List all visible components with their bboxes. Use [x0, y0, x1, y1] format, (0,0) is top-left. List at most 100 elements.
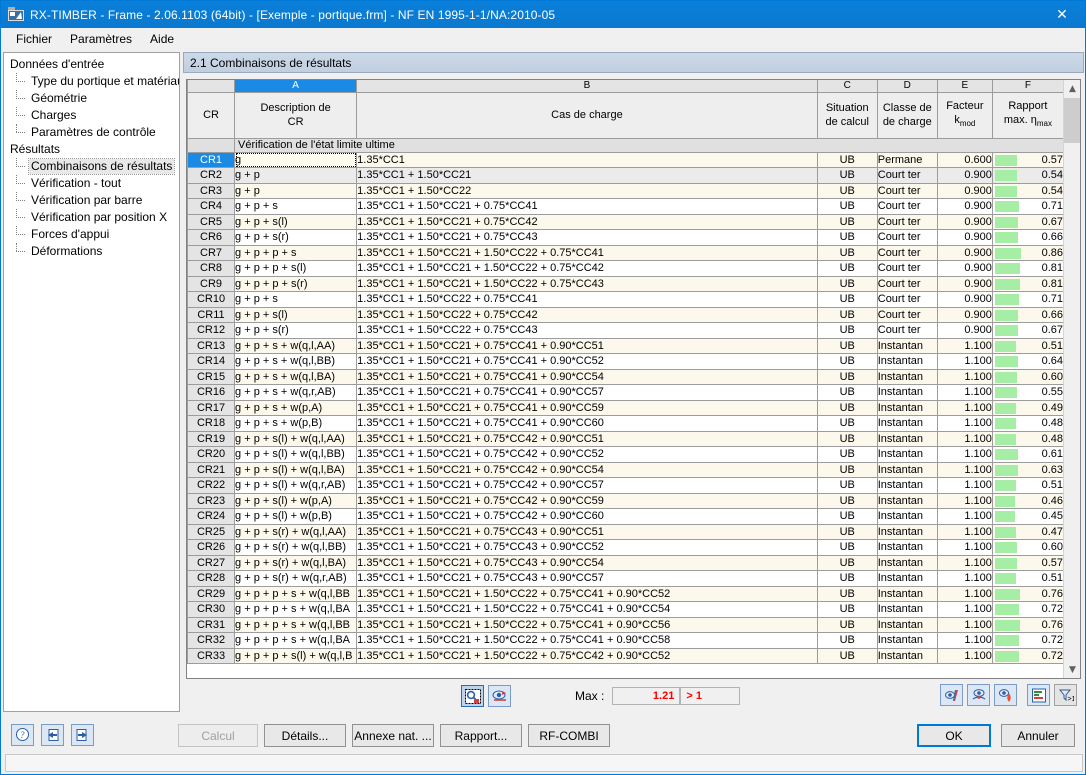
help-icon[interactable]: ?: [11, 724, 34, 746]
cell-cas-de-charge[interactable]: 1.35*CC1 + 1.50*CC21 + 0.75*CC42 + 0.90*…: [356, 477, 818, 494]
row-header-cr[interactable]: CR14: [187, 353, 236, 370]
row-header-cr[interactable]: CR7: [187, 244, 236, 261]
table-row[interactable]: CR29 g + p + p + s + w(q,l,BB 1.35*CC1 + 1…: [187, 585, 1063, 602]
row-header-cr[interactable]: CR13: [187, 337, 236, 354]
row-header-cr[interactable]: CR6: [187, 229, 236, 246]
sidebar-item-type-portique[interactable]: Type du portique et matériau: [15, 73, 179, 90]
cell-description-cr[interactable]: g + p + p + s(l) + w(q,l,B: [234, 647, 358, 664]
cell-facteur-kmod[interactable]: 1.100: [936, 539, 993, 556]
cell-cas-de-charge[interactable]: 1.35*CC1 + 1.50*CC21 + 0.75*CC43 + 0.90*…: [356, 523, 818, 540]
cell-description-cr[interactable]: g + p + s(r) + w(q,l,BA): [234, 554, 358, 571]
cell-facteur-kmod[interactable]: 1.100: [936, 461, 993, 478]
cell-facteur-kmod[interactable]: 0.900: [936, 213, 993, 230]
row-header-cr[interactable]: CR2: [187, 167, 236, 184]
column-letter-f[interactable]: F: [991, 80, 1063, 93]
cell-description-cr[interactable]: g + p: [234, 182, 358, 199]
cell-classe-charge[interactable]: Instantan: [876, 585, 938, 602]
cell-situation-calcul[interactable]: UB: [816, 198, 878, 215]
cell-classe-charge[interactable]: Court ter: [876, 306, 938, 323]
row-header-cr[interactable]: CR4: [187, 198, 236, 215]
row-header-cr[interactable]: CR17: [187, 399, 236, 416]
cell-classe-charge[interactable]: Instantan: [876, 337, 938, 354]
navigation-tree[interactable]: Données d'entrée Type du portique et mat…: [3, 52, 180, 712]
cell-situation-calcul[interactable]: UB: [816, 337, 878, 354]
cell-cas-de-charge[interactable]: 1.35*CC1 + 1.50*CC22 + 0.75*CC43: [356, 322, 818, 339]
cell-rapport-max[interactable]: 0.48: [991, 415, 1063, 432]
cell-situation-calcul[interactable]: UB: [816, 554, 878, 571]
cell-facteur-kmod[interactable]: 0.900: [936, 229, 993, 246]
cell-cas-de-charge[interactable]: 1.35*CC1 + 1.50*CC21 + 0.75*CC43 + 0.90*…: [356, 554, 818, 571]
cell-description-cr[interactable]: g + p + p + s(r): [234, 275, 358, 292]
sidebar-item-verification-position-x[interactable]: Vérification par position X: [15, 209, 179, 226]
cell-situation-calcul[interactable]: UB: [816, 570, 878, 587]
cell-classe-charge[interactable]: Court ter: [876, 322, 938, 339]
cell-situation-calcul[interactable]: UB: [816, 229, 878, 246]
table-row[interactable]: CR19 g + p + s(l) + w(q,l,AA) 1.35*CC1 + 1…: [187, 430, 1063, 447]
cell-classe-charge[interactable]: Court ter: [876, 167, 938, 184]
cell-facteur-kmod[interactable]: 1.100: [936, 585, 993, 602]
cell-situation-calcul[interactable]: UB: [816, 415, 878, 432]
cell-cas-de-charge[interactable]: 1.35*CC1 + 1.50*CC21 + 1.50*CC22 + 0.75*…: [356, 585, 818, 602]
cell-rapport-max[interactable]: 0.72: [991, 632, 1063, 649]
grid-corner-cell[interactable]: [187, 80, 236, 93]
cell-cas-de-charge[interactable]: 1.35*CC1 + 1.50*CC21 + 0.75*CC43 + 0.90*…: [356, 570, 818, 587]
sidebar-item-charges[interactable]: Charges: [15, 107, 179, 124]
cell-description-cr[interactable]: g + p: [234, 167, 358, 184]
cancel-button[interactable]: Annuler: [1001, 724, 1075, 747]
tree-group-resultats[interactable]: Résultats: [7, 141, 179, 158]
cell-rapport-max[interactable]: 0.51: [991, 570, 1063, 587]
cell-description-cr[interactable]: g: [234, 151, 358, 168]
cell-facteur-kmod[interactable]: 1.100: [936, 337, 993, 354]
cell-description-cr[interactable]: g + p + s(r): [234, 229, 358, 246]
cell-facteur-kmod[interactable]: 0.900: [936, 322, 993, 339]
cell-situation-calcul[interactable]: UB: [816, 461, 878, 478]
cell-description-cr[interactable]: g + p + s(l) + w(q,l,BA): [234, 461, 358, 478]
view-graphic-icon[interactable]: [488, 685, 511, 707]
row-header-cr[interactable]: CR15: [187, 368, 236, 385]
cell-situation-calcul[interactable]: UB: [816, 508, 878, 525]
cell-description-cr[interactable]: g + p + s(l): [234, 306, 358, 323]
cell-cas-de-charge[interactable]: 1.35*CC1 + 1.50*CC21 + 1.50*CC22 + 0.75*…: [356, 647, 818, 664]
cell-cas-de-charge[interactable]: 1.35*CC1 + 1.50*CC21 + 1.50*CC22 + 0.75*…: [356, 260, 818, 277]
cell-cas-de-charge[interactable]: 1.35*CC1 + 1.50*CC21 + 0.75*CC43 + 0.90*…: [356, 539, 818, 556]
cell-rapport-max[interactable]: 0.54: [991, 167, 1063, 184]
cell-description-cr[interactable]: g + p + s(l) + w(q,l,BB): [234, 446, 358, 463]
row-header-cr[interactable]: CR32: [187, 632, 236, 649]
cell-rapport-max[interactable]: 0.81: [991, 275, 1063, 292]
row-header-cr[interactable]: CR26: [187, 539, 236, 556]
cell-facteur-kmod[interactable]: 0.900: [936, 244, 993, 261]
cell-rapport-max[interactable]: 0.57: [991, 554, 1063, 571]
cell-facteur-kmod[interactable]: 0.900: [936, 182, 993, 199]
cell-classe-charge[interactable]: Instantan: [876, 399, 938, 416]
row-header-cr[interactable]: CR28: [187, 570, 236, 587]
cell-facteur-kmod[interactable]: 0.900: [936, 291, 993, 308]
cell-rapport-max[interactable]: 0.64: [991, 353, 1063, 370]
cell-facteur-kmod[interactable]: 1.100: [936, 554, 993, 571]
cell-situation-calcul[interactable]: UB: [816, 492, 878, 509]
menu-fichier[interactable]: Fichier: [7, 30, 61, 48]
cell-facteur-kmod[interactable]: 1.100: [936, 523, 993, 540]
annexe-nat-button[interactable]: Annexe nat. ...: [352, 724, 434, 747]
cell-situation-calcul[interactable]: UB: [816, 244, 878, 261]
cell-situation-calcul[interactable]: UB: [816, 477, 878, 494]
cell-rapport-max[interactable]: 0.81: [991, 260, 1063, 277]
column-letter-c[interactable]: C: [816, 80, 878, 93]
cell-facteur-kmod[interactable]: 1.100: [936, 647, 993, 664]
rf-combi-button[interactable]: RF-COMBI: [528, 724, 610, 747]
cell-rapport-max[interactable]: 0.86: [991, 244, 1063, 261]
cell-cas-de-charge[interactable]: 1.35*CC1 + 1.50*CC22 + 0.75*CC41: [356, 291, 818, 308]
cell-cas-de-charge[interactable]: 1.35*CC1 + 1.50*CC21 + 1.50*CC22 + 0.75*…: [356, 601, 818, 618]
cell-cas-de-charge[interactable]: 1.35*CC1 + 1.50*CC21 + 0.75*CC42 + 0.90*…: [356, 492, 818, 509]
scroll-up-icon[interactable]: ▲: [1064, 80, 1080, 97]
cell-cas-de-charge[interactable]: 1.35*CC1 + 1.50*CC21 + 0.75*CC41: [356, 198, 818, 215]
cell-situation-calcul[interactable]: UB: [816, 151, 878, 168]
cell-situation-calcul[interactable]: UB: [816, 399, 878, 416]
result-diagram-icon[interactable]: [940, 684, 963, 706]
cell-classe-charge[interactable]: Instantan: [876, 632, 938, 649]
cell-rapport-max[interactable]: 0.57: [991, 151, 1063, 168]
row-header-cr[interactable]: CR11: [187, 306, 236, 323]
cell-situation-calcul[interactable]: UB: [816, 322, 878, 339]
table-row[interactable]: CR25 g + p + s(r) + w(q,l,AA) 1.35*CC1 + 1…: [187, 523, 1063, 540]
table-row[interactable]: CR21 g + p + s(l) + w(q,l,BA) 1.35*CC1 + 1…: [187, 461, 1063, 478]
table-row[interactable]: CR32 g + p + p + s + w(q,l,BA 1.35*CC1 + 1…: [187, 632, 1063, 649]
